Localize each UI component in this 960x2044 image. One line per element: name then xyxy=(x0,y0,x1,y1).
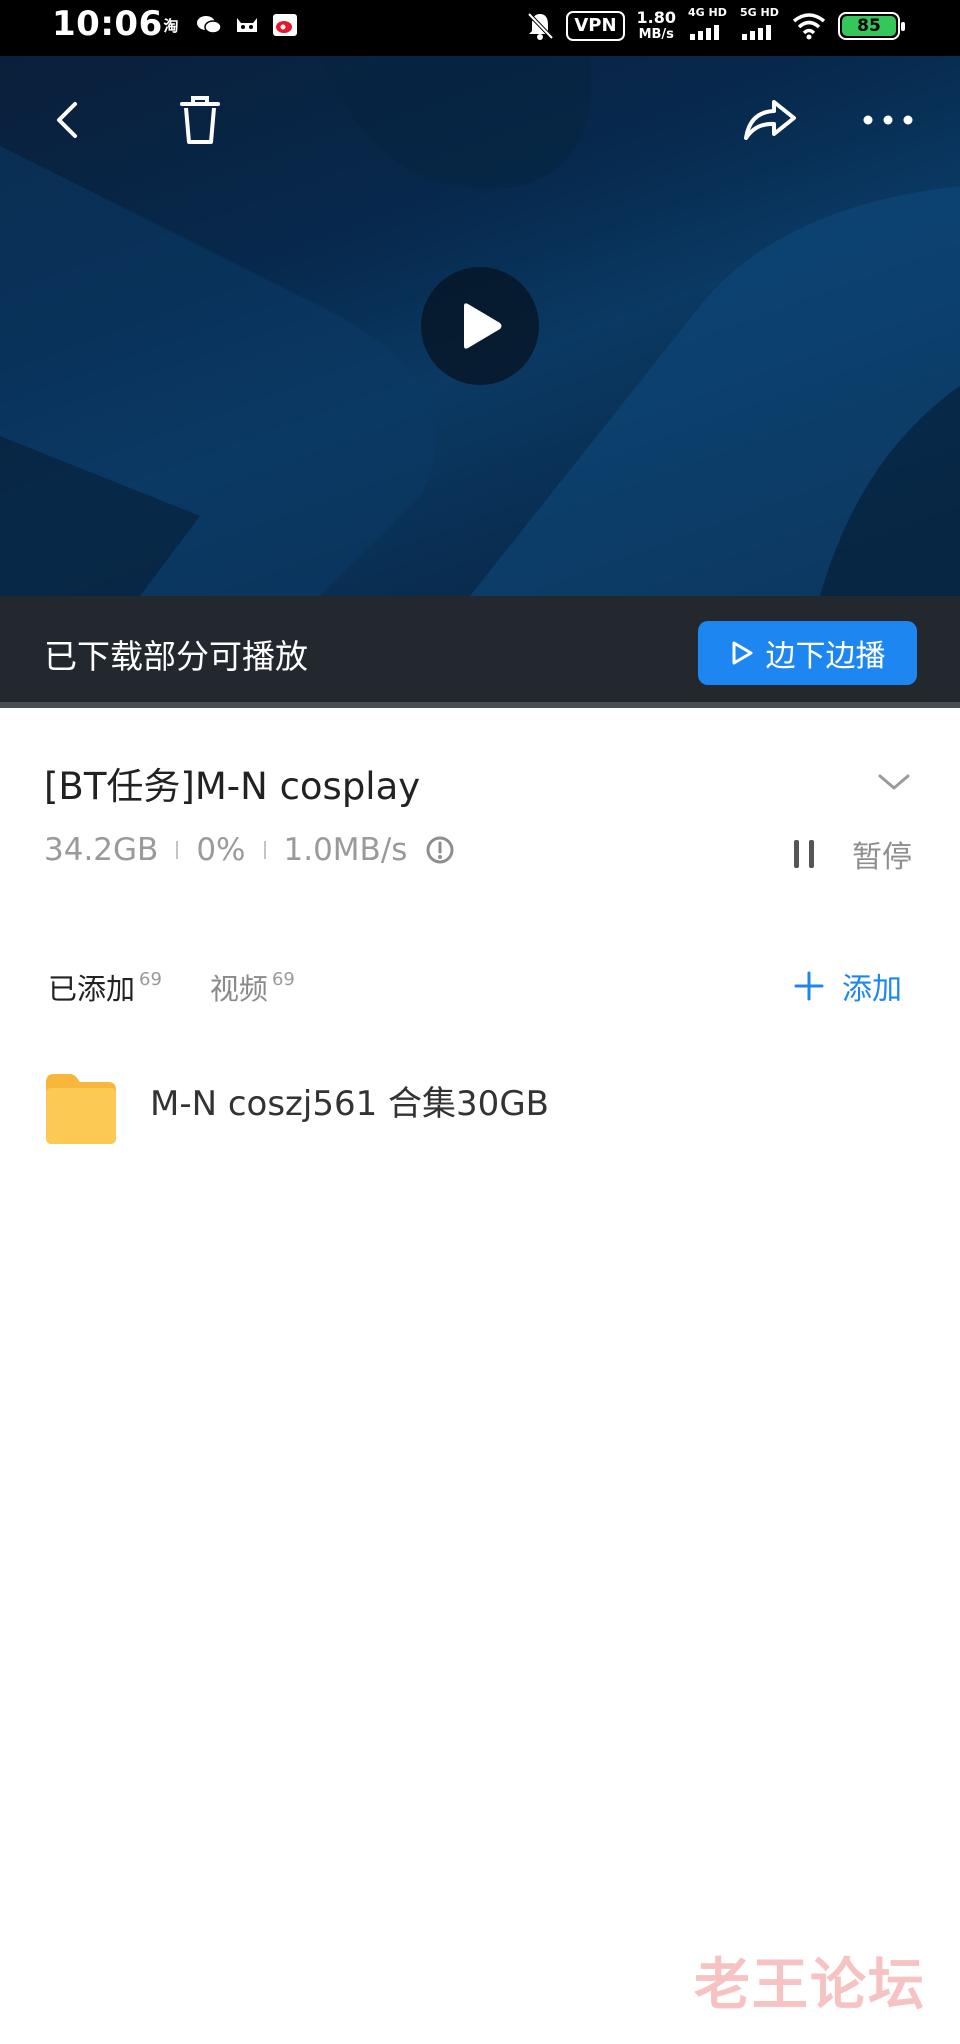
vpn-badge: VPN xyxy=(566,11,625,41)
network-speed: 1.80 MB/s xyxy=(637,9,676,43)
play-outline-icon xyxy=(732,641,752,665)
add-button[interactable]: 添加 xyxy=(794,964,902,1008)
wechat-icon xyxy=(196,12,222,38)
tab-added-count: 69 xyxy=(139,969,162,990)
stream-play-button[interactable]: 边下边播 xyxy=(698,621,917,685)
watermark: 老王论坛 xyxy=(694,1953,926,2018)
divider xyxy=(263,841,266,859)
file-tabs: 已添加 69 视频 69 xyxy=(48,966,295,1008)
tab-added[interactable]: 已添加 69 xyxy=(48,966,162,1008)
notification-icons: 淘 xyxy=(158,12,298,38)
task-progress: 0% xyxy=(196,832,246,868)
task-size: 34.2GB xyxy=(44,832,159,868)
status-bar: 10:06 淘 VPN 1.80 MB/s 4G HD 5G HD 85 xyxy=(0,0,960,56)
status-time: 10:06 xyxy=(52,4,163,44)
pause-button[interactable]: 暂停 xyxy=(792,832,912,876)
status-right: VPN 1.80 MB/s 4G HD 5G HD 85 xyxy=(526,6,905,46)
video-preview[interactable] xyxy=(0,56,960,596)
battery-indicator: 85 xyxy=(838,12,905,40)
pause-icon xyxy=(794,840,814,868)
info-icon[interactable] xyxy=(425,835,455,865)
delete-button[interactable] xyxy=(170,90,230,150)
task-speed: 1.0MB/s xyxy=(283,832,408,868)
mute-bell-icon xyxy=(527,12,554,40)
list-item[interactable]: M-N coszj561 合集30GB xyxy=(42,1068,922,1158)
file-name: M-N coszj561 合集30GB xyxy=(150,1084,549,1124)
share-button[interactable] xyxy=(740,90,800,150)
folder-icon xyxy=(46,1074,116,1144)
play-icon xyxy=(464,303,502,349)
speed-value: 1.80 xyxy=(636,8,676,27)
tab-added-label: 已添加 xyxy=(48,972,136,1006)
partial-play-bar: 已下载部分可播放 边下边播 xyxy=(0,596,960,708)
speed-unit: MB/s xyxy=(638,27,674,42)
tab-video-label: 视频 xyxy=(209,972,268,1006)
task-stats: 34.2GB 0% 1.0MB/s xyxy=(44,832,455,868)
stream-play-label: 边下边播 xyxy=(765,639,886,674)
cat-icon xyxy=(234,12,260,38)
add-label: 添加 xyxy=(842,972,902,1007)
task-title: [BT任务]M-N cosplay xyxy=(44,765,421,808)
pause-label: 暂停 xyxy=(852,840,912,875)
weibo-icon xyxy=(272,12,298,38)
battery-level: 85 xyxy=(842,16,896,36)
taobao-icon: 淘 xyxy=(163,16,179,35)
plus-icon xyxy=(794,971,824,1001)
partial-playable-label: 已下载部分可播放 xyxy=(44,637,308,676)
tab-video-count: 69 xyxy=(271,969,295,990)
divider xyxy=(176,841,179,859)
back-button[interactable] xyxy=(38,90,98,150)
play-button[interactable] xyxy=(421,267,539,385)
wifi-icon xyxy=(792,13,826,40)
signal-5g-label: 5G HD xyxy=(740,6,779,19)
signal-4g-icon: 4G HD xyxy=(688,6,728,46)
tab-video[interactable]: 视频 69 xyxy=(210,966,295,1008)
more-button[interactable] xyxy=(858,90,918,150)
signal-4g-label: 4G HD xyxy=(688,6,727,19)
chevron-down-icon[interactable] xyxy=(874,762,914,802)
signal-5g-icon: 5G HD xyxy=(740,6,780,46)
